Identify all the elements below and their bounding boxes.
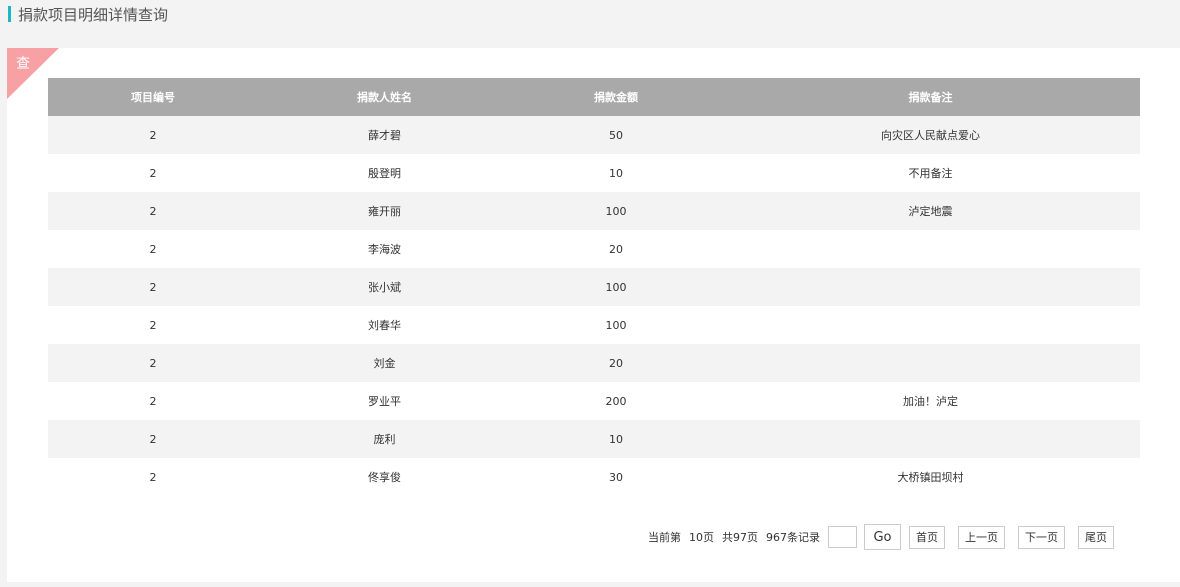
cell-remark <box>721 268 1140 306</box>
page-title: 捐款项目明细详情查询 <box>18 5 169 24</box>
table-row: 2 刘金 20 <box>48 344 1140 382</box>
column-header-donor-name: 捐款人姓名 <box>258 78 511 116</box>
cell-remark: 大桥镇田坝村 <box>721 458 1140 496</box>
cell-amount: 10 <box>511 420 721 458</box>
title-accent-bar <box>8 6 11 22</box>
cell-remark <box>721 306 1140 344</box>
cell-amount: 50 <box>511 116 721 154</box>
cell-remark <box>721 230 1140 268</box>
query-panel: 查 项目编号 捐款人姓名 捐款金额 捐款备注 2 薛才碧 50 向灾区人民献点爱… <box>7 48 1180 582</box>
prev-page-button[interactable]: 上一页 <box>958 525 1005 549</box>
cell-donor-name: 殷登明 <box>258 154 511 192</box>
cell-project-id: 2 <box>48 344 258 382</box>
cell-donor-name: 薛才碧 <box>258 116 511 154</box>
cell-amount: 100 <box>511 192 721 230</box>
cell-amount: 30 <box>511 458 721 496</box>
go-button[interactable]: Go <box>864 524 901 550</box>
table-row: 2 罗业平 200 加油！泸定 <box>48 382 1140 420</box>
table-row: 2 张小斌 100 <box>48 268 1140 306</box>
current-page-value: 10页 <box>689 531 714 544</box>
table-row: 2 雍开丽 100 泸定地震 <box>48 192 1140 230</box>
last-page-button[interactable]: 尾页 <box>1078 525 1114 549</box>
cell-project-id: 2 <box>48 268 258 306</box>
cell-project-id: 2 <box>48 192 258 230</box>
first-page-button[interactable]: 首页 <box>909 525 945 549</box>
cell-project-id: 2 <box>48 458 258 496</box>
table-row: 2 薛才碧 50 向灾区人民献点爱心 <box>48 116 1140 154</box>
cell-project-id: 2 <box>48 420 258 458</box>
cell-donor-name: 佟享俊 <box>258 458 511 496</box>
next-page-button[interactable]: 下一页 <box>1018 525 1065 549</box>
page-header: 捐款项目明细详情查询 <box>8 5 169 24</box>
cell-project-id: 2 <box>48 306 258 344</box>
cell-amount: 10 <box>511 154 721 192</box>
cell-remark: 加油！泸定 <box>721 382 1140 420</box>
cell-amount: 20 <box>511 230 721 268</box>
cell-remark: 不用备注 <box>721 154 1140 192</box>
donation-table: 项目编号 捐款人姓名 捐款金额 捐款备注 2 薛才碧 50 向灾区人民献点爱心 … <box>48 78 1140 496</box>
cell-donor-name: 罗业平 <box>258 382 511 420</box>
cell-project-id: 2 <box>48 382 258 420</box>
table-row: 2 庞利 10 <box>48 420 1140 458</box>
cell-amount: 20 <box>511 344 721 382</box>
table-header-row: 项目编号 捐款人姓名 捐款金额 捐款备注 <box>48 78 1140 116</box>
cell-project-id: 2 <box>48 230 258 268</box>
cell-donor-name: 庞利 <box>258 420 511 458</box>
table-row: 2 殷登明 10 不用备注 <box>48 154 1140 192</box>
column-header-project-id: 项目编号 <box>48 78 258 116</box>
page-number-input[interactable] <box>828 526 857 548</box>
total-pages: 共97页 <box>722 531 758 544</box>
column-header-amount: 捐款金额 <box>511 78 721 116</box>
cell-donor-name: 李海波 <box>258 230 511 268</box>
cell-donor-name: 刘金 <box>258 344 511 382</box>
table-row: 2 刘春华 100 <box>48 306 1140 344</box>
table-row: 2 李海波 20 <box>48 230 1140 268</box>
cell-remark: 向灾区人民献点爱心 <box>721 116 1140 154</box>
cell-remark <box>721 344 1140 382</box>
cell-amount: 100 <box>511 306 721 344</box>
current-page-label: 当前第 <box>648 531 681 544</box>
cell-donor-name: 刘春华 <box>258 306 511 344</box>
cell-project-id: 2 <box>48 116 258 154</box>
total-records: 967条记录 <box>766 531 820 544</box>
column-header-remark: 捐款备注 <box>721 78 1140 116</box>
cell-amount: 100 <box>511 268 721 306</box>
pagination: 当前第 10页 共97页 967条记录 Go 首页 上一页 下一页 尾页 <box>648 524 1114 550</box>
cell-amount: 200 <box>511 382 721 420</box>
corner-label: 查 <box>16 56 30 72</box>
cell-remark: 泸定地震 <box>721 192 1140 230</box>
cell-project-id: 2 <box>48 154 258 192</box>
cell-donor-name: 雍开丽 <box>258 192 511 230</box>
table-row: 2 佟享俊 30 大桥镇田坝村 <box>48 458 1140 496</box>
cell-donor-name: 张小斌 <box>258 268 511 306</box>
cell-remark <box>721 420 1140 458</box>
